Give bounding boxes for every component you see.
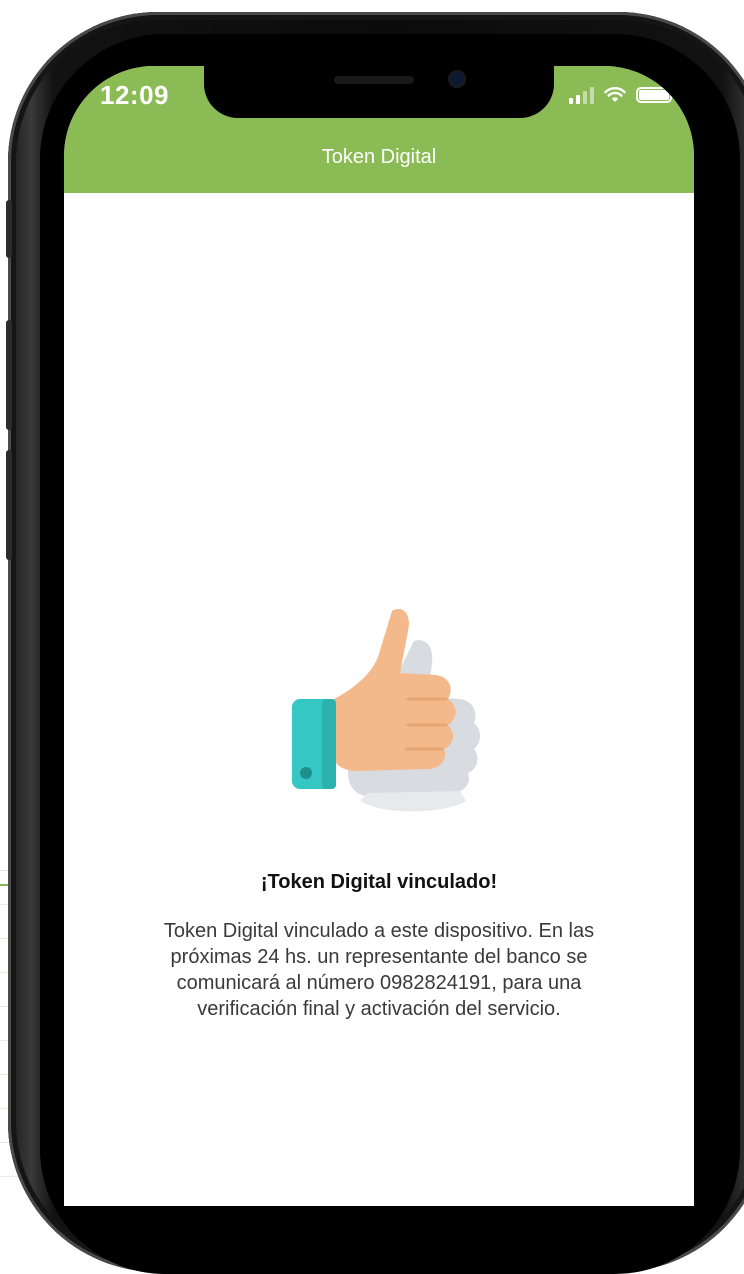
mute-switch [6, 200, 12, 258]
success-headline: ¡Token Digital vinculado! [260, 871, 498, 893]
speaker-grille [334, 76, 414, 84]
volume-up-button [6, 320, 12, 430]
wifi-icon [604, 87, 626, 102]
status-time: 12:09 [100, 80, 169, 110]
status-icons [569, 86, 675, 104]
volume-down-button [6, 450, 12, 560]
app-screen: 12:09 Token Digital ¡Token Digital vincu… [64, 66, 694, 1206]
battery-icon [636, 87, 675, 103]
thumbs-up-hand [326, 609, 456, 771]
success-message: Token Digital vinculado a este dispositi… [163, 920, 595, 1020]
page-title: Token Digital [321, 146, 437, 168]
notch [204, 66, 554, 118]
front-camera [450, 72, 464, 86]
thumbs-up-icon [292, 609, 480, 812]
signal-icon [569, 86, 594, 104]
